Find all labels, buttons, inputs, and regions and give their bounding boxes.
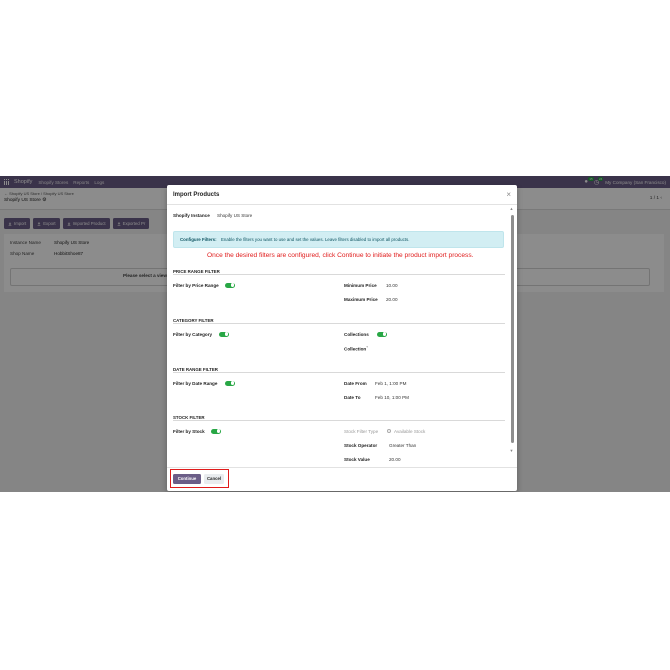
stock-operator-value[interactable]: Greater Than: [389, 443, 416, 448]
dialog-title: Import Products: [173, 192, 220, 198]
collections-toggle[interactable]: [377, 331, 387, 337]
filter-by-stock-label: Filter by Stock: [173, 429, 205, 434]
collection-label: Collection?: [344, 345, 368, 352]
import-products-dialog: Import Products × Shopify Instance Shopi…: [167, 185, 517, 491]
filter-by-price-label: Filter by Price Range: [173, 283, 219, 288]
category-filter-toggle[interactable]: [219, 331, 229, 337]
dialog-header: Import Products ×: [167, 185, 517, 205]
date-to-label: Date To: [344, 395, 361, 400]
collection-label-text: Collection: [344, 346, 367, 352]
date-filter-toggle[interactable]: [225, 380, 235, 386]
stock-filter-toggle[interactable]: [211, 428, 221, 434]
dialog-body: Shopify Instance Shopify US Store Config…: [167, 205, 517, 453]
app-screen: Shopify Shopify Stores Reports Logs ● 15 …: [0, 176, 670, 492]
collection-help-icon[interactable]: ?: [366, 345, 368, 349]
scrollbar-thumb[interactable]: [510, 215, 514, 443]
date-to-value[interactable]: Feb 10, 1:00 PM: [375, 395, 409, 400]
dialog-footer: Continue Cancel: [167, 467, 517, 491]
date-from-label: Date From: [344, 381, 367, 386]
available-stock-label: Available Stock: [394, 429, 426, 434]
stock-value-value[interactable]: 20.00: [389, 457, 401, 462]
shopify-instance-value[interactable]: Shopify US Store: [217, 213, 252, 218]
maximum-price-value[interactable]: 20.00: [386, 297, 398, 302]
scroll-up-icon[interactable]: ▲: [510, 206, 514, 211]
date-range-section: DATE RANGE FILTER: [173, 367, 505, 373]
minimum-price-label: Minimum Price: [344, 283, 377, 288]
stock-operator-label: Stock Operator: [344, 443, 378, 448]
cancel-button[interactable]: Cancel: [204, 473, 224, 484]
shopify-instance-label: Shopify Instance: [173, 213, 210, 218]
minimum-price-value[interactable]: 10.00: [386, 283, 398, 288]
stock-value-label: Stock Value: [344, 457, 370, 462]
filter-by-date-label: Filter by Date Range: [173, 381, 218, 386]
continue-button[interactable]: Continue: [173, 473, 201, 484]
configure-filters-info: Configure Filters: Enable the filters yo…: [173, 231, 504, 248]
info-title: Configure Filters:: [180, 237, 217, 242]
collections-label: Collections: [344, 332, 369, 337]
stock-section: STOCK FILTER: [173, 415, 505, 421]
scroll-down-icon[interactable]: ▼: [510, 448, 514, 453]
maximum-price-label: Maximum Price: [344, 297, 378, 302]
info-text: Enable the filters you want to use and s…: [221, 237, 410, 242]
filter-by-category-label: Filter by Category: [173, 332, 213, 337]
instruction-annotation: Once the desired filters are configured,…: [207, 252, 474, 259]
price-range-section: PRICE RANGE FILTER: [173, 269, 505, 275]
available-stock-radio[interactable]: [387, 429, 392, 434]
dialog-scrollbar[interactable]: ▲ ▼: [509, 205, 515, 453]
date-from-value[interactable]: Feb 1, 1:00 PM: [375, 381, 406, 386]
price-filter-toggle[interactable]: [225, 282, 235, 288]
close-icon[interactable]: ×: [506, 190, 511, 199]
stock-filter-type-label: Stock Filter Type: [344, 429, 379, 434]
category-section: CATEGORY FILTER: [173, 318, 505, 324]
